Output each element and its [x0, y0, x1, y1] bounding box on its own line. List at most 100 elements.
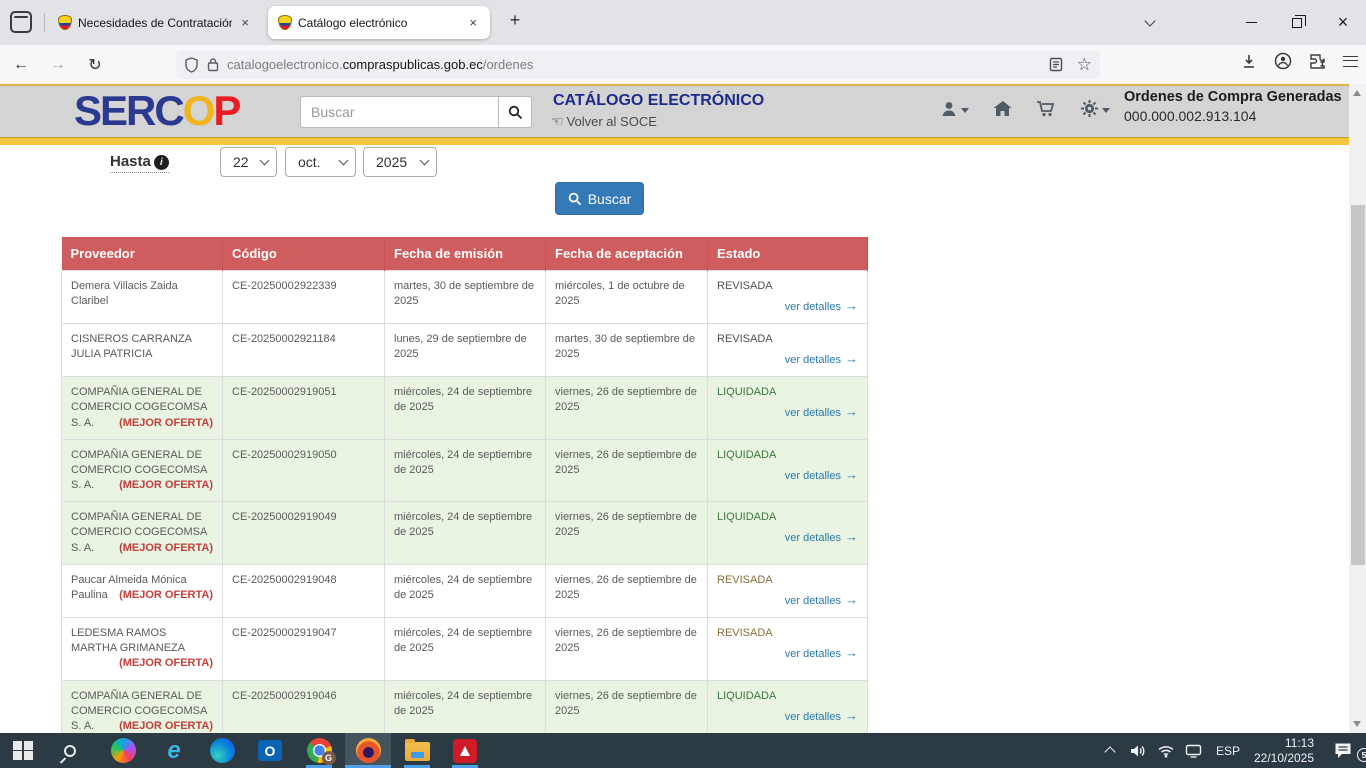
yellow-divider-bar [0, 137, 1366, 145]
back-icon[interactable]: ← [10, 54, 32, 76]
copilot-button[interactable] [101, 733, 145, 768]
day-select[interactable]: 22 [220, 147, 277, 177]
fecha-aceptacion-cell: viernes, 26 de septiembre de 2025 [546, 680, 708, 733]
col-fecha-aceptacion: Fecha de aceptación [546, 237, 708, 270]
codigo-cell: CE-20250002921184 [223, 323, 385, 376]
chrome-button[interactable]: G [297, 733, 341, 768]
extensions-puzzle-icon[interactable] [1309, 53, 1326, 70]
notification-center-button[interactable]: 5 [1320, 742, 1366, 759]
menu-hamburger-icon[interactable] [1343, 56, 1358, 67]
header-icon-menu [940, 99, 1110, 118]
notification-icon [1333, 742, 1353, 759]
mejor-oferta-badge: (MEJOR OFERTA) [119, 478, 213, 493]
downloads-icon[interactable] [1241, 53, 1257, 70]
internet-explorer-button[interactable]: e [152, 733, 196, 768]
taskbar-search-button[interactable] [48, 733, 92, 768]
firefox-button[interactable] [346, 733, 390, 768]
account-icon[interactable] [1274, 52, 1292, 70]
folder-icon [405, 742, 430, 761]
year-select[interactable]: 2025 [363, 147, 437, 177]
fecha-aceptacion-cell: miércoles, 1 de octubre de 2025 [546, 270, 708, 323]
browser-tab-catalogo[interactable]: Catálogo electrónico × [268, 6, 490, 39]
reload-icon[interactable]: ↻ [84, 54, 106, 76]
info-icon[interactable]: i [154, 155, 169, 170]
edge-icon [210, 738, 235, 763]
fecha-emision-cell: miércoles, 24 de septiembre de 2025 [385, 439, 546, 502]
fecha-emision-cell: miércoles, 24 de septiembre de 2025 [385, 502, 546, 565]
scrollbar-thumb[interactable] [1351, 205, 1365, 565]
cart-icon [1036, 100, 1056, 118]
ver-detalles-link[interactable]: ver detalles→ [717, 297, 858, 315]
col-fecha-emision: Fecha de emisión [385, 237, 546, 270]
col-proveedor: Proveedor [62, 237, 223, 270]
proveedor-name: Demera Villacis Zaida Claribel [71, 280, 178, 307]
ver-detalles-link[interactable]: ver detalles→ [717, 528, 858, 546]
shield-icon[interactable] [184, 57, 199, 73]
minimize-button[interactable] [1228, 0, 1274, 45]
acrobat-button[interactable] [443, 733, 487, 768]
fecha-aceptacion-cell: viernes, 26 de septiembre de 2025 [546, 502, 708, 565]
close-window-button[interactable]: × [1320, 0, 1366, 45]
chevron-down-icon [260, 156, 270, 166]
search-button[interactable] [498, 96, 532, 128]
volume-button[interactable] [1124, 743, 1152, 759]
language-indicator[interactable]: ESP [1208, 744, 1248, 758]
codigo-cell: CE-20250002919049 [223, 502, 385, 565]
outlook-button[interactable]: O [248, 733, 292, 768]
home-button[interactable] [993, 100, 1012, 117]
buscar-button[interactable]: Buscar [555, 182, 644, 215]
codigo-cell: CE-20250002919048 [223, 564, 385, 617]
search-icon [568, 192, 582, 206]
wifi-button[interactable] [1152, 744, 1180, 758]
volver-al-soce-link[interactable]: ☜Volver al SOCE [551, 113, 657, 130]
edge-button[interactable] [200, 733, 244, 768]
cart-button[interactable] [1036, 100, 1056, 118]
forward-icon[interactable]: → [47, 54, 69, 76]
file-explorer-button[interactable] [395, 733, 439, 768]
table-row: COMPAÑIA GENERAL DE COMERCIO COGECOMSA S… [62, 377, 868, 440]
table-row: CISNEROS CARRANZA JULIA PATRICIA CE-2025… [62, 323, 868, 376]
chevron-up-icon [1104, 746, 1115, 757]
page-scrollbar[interactable] [1349, 84, 1366, 733]
browser-tab-necesidades[interactable]: Necesidades de Contratación y × [48, 6, 262, 39]
clock[interactable]: 11:1322/10/2025 [1248, 736, 1320, 766]
sercop-logo[interactable]: SERCOP [74, 86, 239, 136]
lock-icon[interactable] [207, 57, 219, 72]
fecha-aceptacion-cell: viernes, 26 de septiembre de 2025 [546, 439, 708, 502]
ver-detalles-link[interactable]: ver detalles→ [717, 644, 858, 662]
list-all-tabs-icon[interactable] [1132, 0, 1168, 45]
firefox-view-icon[interactable] [10, 11, 32, 33]
url-text: catalogoelectronico.compraspublicas.gob.… [227, 57, 533, 72]
url-bar[interactable]: catalogoelectronico.compraspublicas.gob.… [176, 50, 1100, 79]
scroll-down-icon[interactable] [1353, 721, 1361, 727]
tray-expand-button[interactable] [1096, 745, 1124, 756]
settings-menu-button[interactable] [1080, 99, 1110, 118]
display-connect-button[interactable] [1180, 744, 1208, 758]
taskbar: e O G ESP 11:1322/10/2025 [0, 733, 1366, 768]
ver-detalles-link[interactable]: ver detalles→ [717, 707, 858, 725]
system-tray: ESP 11:1322/10/2025 5 [1096, 733, 1366, 768]
month-select[interactable]: oct. [285, 147, 356, 177]
fecha-emision-cell: martes, 30 de septiembre de 2025 [385, 270, 546, 323]
new-tab-button[interactable]: + [502, 10, 528, 31]
fecha-emision-cell: miércoles, 24 de septiembre de 2025 [385, 377, 546, 440]
tab-close-icon[interactable]: × [466, 15, 480, 30]
tab-close-icon[interactable]: × [238, 15, 252, 30]
proveedor-name: CISNEROS CARRANZA JULIA PATRICIA [71, 333, 191, 360]
scroll-up-icon[interactable] [1353, 90, 1361, 96]
codigo-cell: CE-20250002922339 [223, 270, 385, 323]
bookmark-star-icon[interactable]: ☆ [1077, 55, 1092, 75]
start-button[interactable] [1, 733, 45, 768]
ver-detalles-link[interactable]: ver detalles→ [717, 591, 858, 609]
user-menu-button[interactable] [940, 100, 969, 118]
ver-detalles-link[interactable]: ver detalles→ [717, 466, 858, 484]
arrow-right-icon: → [845, 467, 858, 482]
restore-button[interactable] [1274, 0, 1320, 45]
arrow-right-icon: → [845, 529, 858, 544]
ver-detalles-link[interactable]: ver detalles→ [717, 350, 858, 368]
ver-detalles-link[interactable]: ver detalles→ [717, 403, 858, 421]
status-badge: REVISADA [717, 626, 858, 641]
reader-mode-icon[interactable] [1049, 57, 1063, 72]
display-icon [1185, 744, 1203, 758]
search-input[interactable] [300, 96, 498, 128]
